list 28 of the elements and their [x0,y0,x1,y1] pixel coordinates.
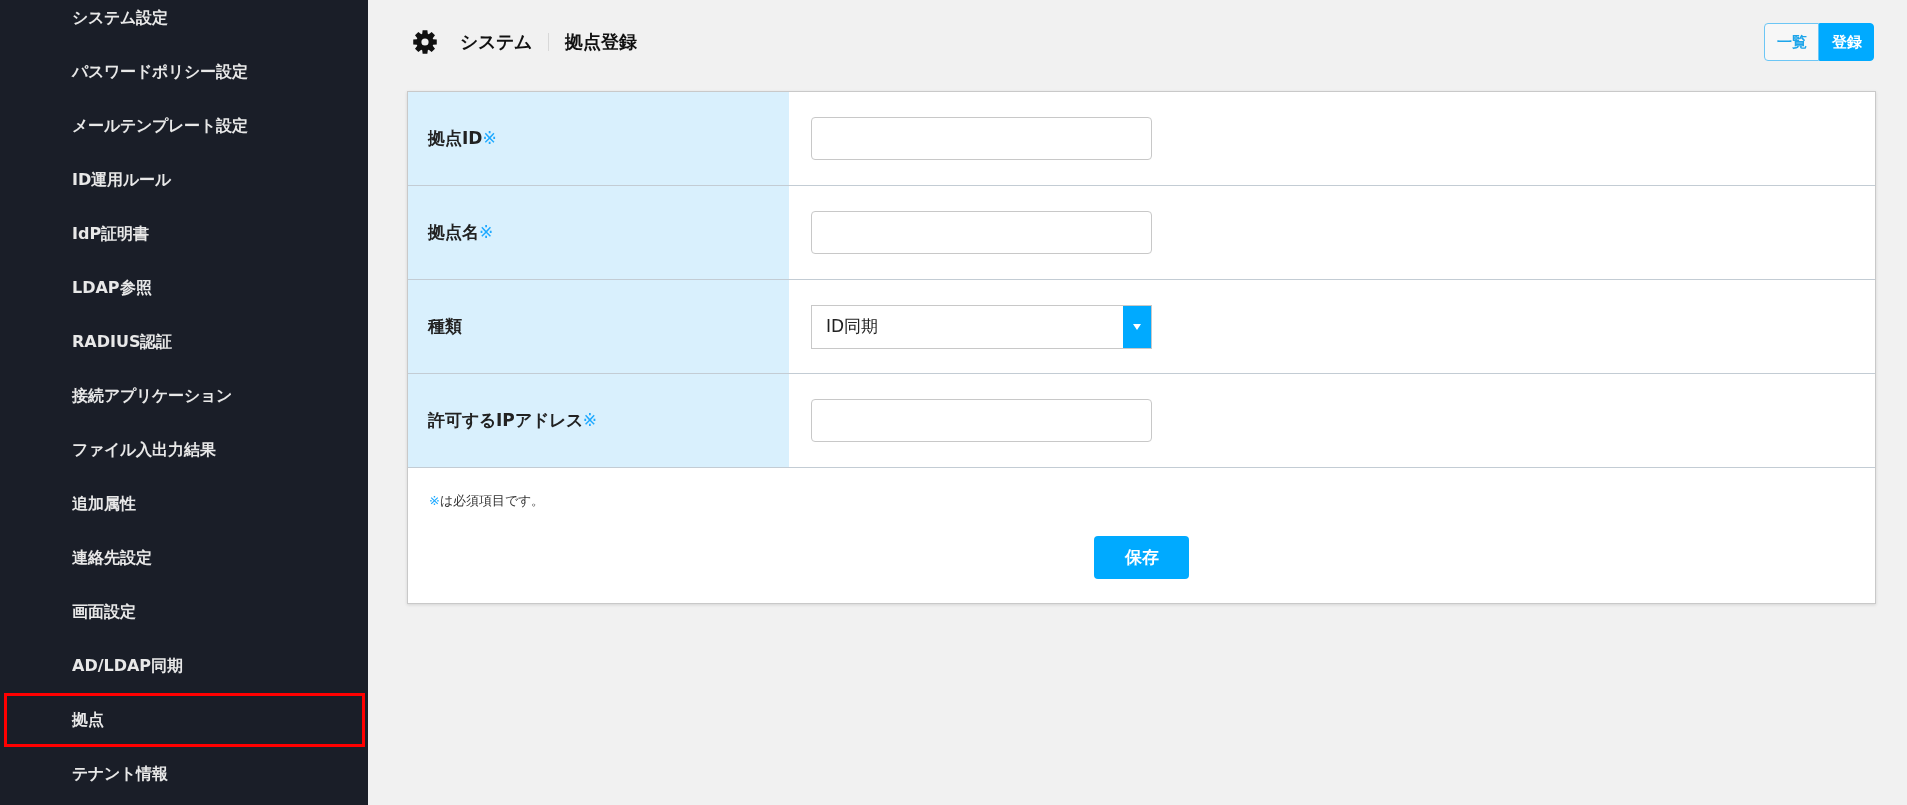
nav-item[interactable]: 追加属性 [4,477,365,531]
field-label: 許可するIPアドレス※ [428,409,598,432]
nav-item[interactable]: ID運用ルール [4,153,365,207]
nav-item[interactable]: 連絡先設定 [4,531,365,585]
nav-item[interactable]: AD/LDAP同期 [4,639,365,693]
nav-item[interactable]: テナント情報 [4,747,365,801]
field-label: 種類 [428,315,462,338]
nav-item[interactable]: RADIUS認証 [4,315,365,369]
nav-item[interactable]: IdP証明書 [4,207,365,261]
nav-item[interactable]: LDAP参照 [4,261,365,315]
text-input[interactable] [811,211,1152,254]
nav-item[interactable]: ファイル入出力結果 [4,423,365,477]
nav-item[interactable]: メールテンプレート設定 [4,99,365,153]
text-input[interactable] [811,399,1152,442]
text-input[interactable] [811,117,1152,160]
nav-item[interactable]: 拠点 [4,693,365,747]
field-label: 拠点名※ [428,221,494,244]
nav-item[interactable]: 接続アプリケーション [4,369,365,423]
caret-down-icon [1123,305,1151,348]
page-title: 拠点登録 [565,30,637,54]
gear-icon [413,30,437,54]
nav-item[interactable]: 画面設定 [4,585,365,639]
nav-item[interactable]: パスワードポリシー設定 [4,45,365,99]
nav-item[interactable]: システム設定 [4,0,365,45]
field-label: 拠点ID※ [428,127,497,150]
required-note: ※は必須項目です。 [429,492,545,510]
select-field[interactable]: ID同期 [811,304,1152,349]
breadcrumb-item: システム [460,30,532,54]
